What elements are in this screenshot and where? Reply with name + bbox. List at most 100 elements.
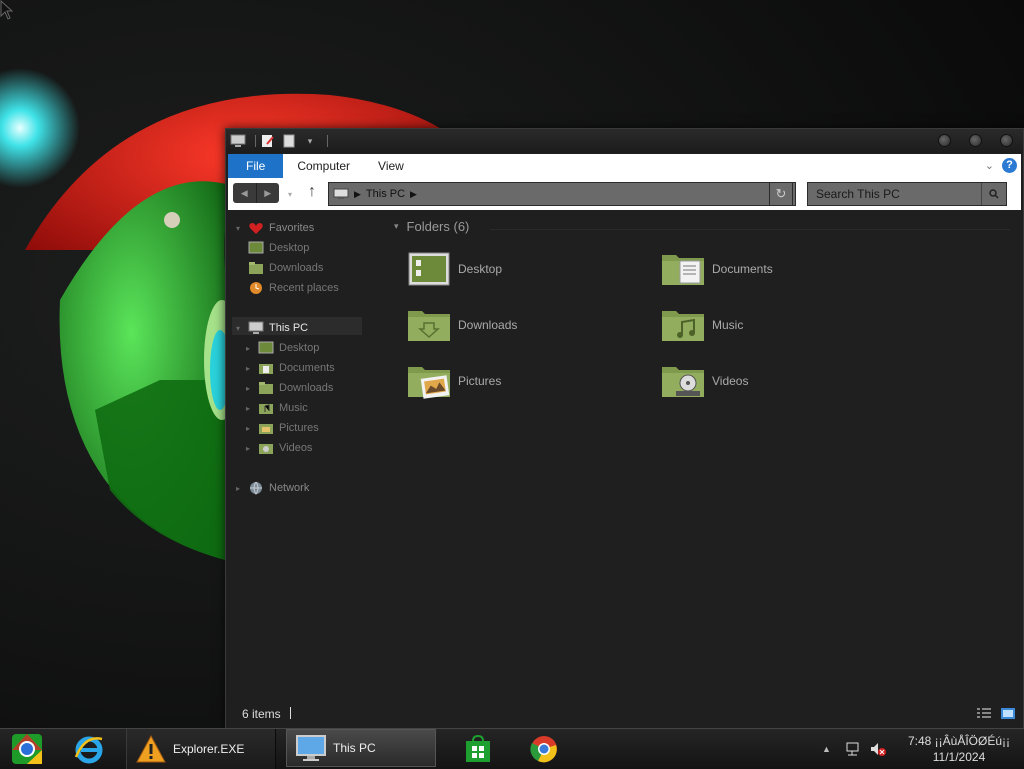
chrome-taskbar-icon[interactable] <box>524 729 564 769</box>
documents-folder-icon <box>259 364 273 374</box>
properties-icon[interactable] <box>260 134 276 148</box>
address-bar[interactable]: ▶ This PC ▶ <box>328 182 796 206</box>
folder-tile-documents[interactable]: Documents <box>660 247 900 291</box>
taskbar-button-this-pc[interactable]: This PC <box>286 729 436 767</box>
expand-arrow-icon[interactable]: ▸ <box>246 424 256 433</box>
collapse-arrow-icon[interactable]: ▾ <box>236 324 246 333</box>
nav-item-label: Desktop <box>279 342 320 354</box>
expand-ribbon-icon[interactable]: ⌄ <box>985 159 994 172</box>
taskbar: Explorer.EXE This PC ▲ 7:48 ¡¡ÂùÅÎÖØÉú¡¡ <box>0 728 1024 769</box>
folder-label: Pictures <box>458 374 502 388</box>
nav-item-label: Pictures <box>279 422 319 434</box>
nav-network-label: Network <box>269 482 310 494</box>
nav-favorites-label: Favorites <box>269 222 315 234</box>
folder-tile-music[interactable]: Music <box>660 303 900 347</box>
search-input[interactable] <box>808 183 994 205</box>
internet-explorer-taskbar-icon[interactable] <box>68 729 110 769</box>
desktop-folder-icon <box>408 252 450 286</box>
nav-this-pc-videos[interactable]: ▸ Videos <box>246 439 312 457</box>
minimize-button[interactable] <box>938 134 951 147</box>
computer-icon <box>333 188 349 199</box>
downloads-folder-icon <box>259 382 273 394</box>
warning-icon <box>136 734 166 763</box>
tab-file[interactable]: File <box>228 154 284 178</box>
collapse-arrow-icon[interactable]: ▾ <box>236 224 246 233</box>
tab-view[interactable]: View <box>364 154 418 178</box>
maximize-button[interactable] <box>969 134 982 147</box>
up-arrow-icon[interactable]: ↑ <box>308 184 316 200</box>
network-icon[interactable] <box>845 741 861 757</box>
back-button[interactable]: ◀ <box>233 183 256 203</box>
music-folder-icon <box>259 404 273 414</box>
folder-label: Music <box>712 318 744 332</box>
internet-explorer-icon <box>74 736 103 764</box>
large-icons-view-icon[interactable] <box>1001 708 1015 719</box>
customize-toolbar-icon[interactable]: ▾ <box>302 134 318 148</box>
videos-folder-icon <box>662 367 704 397</box>
pictures-folder-icon <box>259 424 273 434</box>
chrome-icon <box>530 736 557 763</box>
expand-arrow-icon[interactable]: ▸ <box>246 444 256 453</box>
clock[interactable]: 7:48 ¡¡ÂùÅÎÖØÉú¡¡ 11/1/2024 <box>894 733 1024 765</box>
breadcrumb-this-pc[interactable]: This PC <box>366 188 405 200</box>
expand-arrow-icon[interactable]: ▸ <box>246 404 256 413</box>
folder-tile-desktop[interactable]: Desktop <box>406 247 646 291</box>
forward-button[interactable]: ▶ <box>255 183 280 203</box>
nav-this-pc-pictures[interactable]: ▸ Pictures <box>246 419 319 437</box>
taskbar-button-explorer-exe[interactable]: Explorer.EXE <box>126 729 276 769</box>
expand-arrow-icon[interactable]: ▸ <box>246 364 256 373</box>
nav-this-pc-music[interactable]: ▸ Music <box>246 399 308 417</box>
ribbon-right-controls: ⌄ ? <box>985 158 1017 173</box>
folder-tile-videos[interactable]: Videos <box>660 359 900 403</box>
expand-arrow-icon[interactable]: ▸ <box>246 384 256 393</box>
desktop-icon <box>258 341 274 354</box>
store-taskbar-icon[interactable] <box>458 729 498 769</box>
store-icon <box>466 734 490 762</box>
expand-arrow-icon[interactable]: ▸ <box>236 484 246 493</box>
computer-icon <box>296 735 326 761</box>
breadcrumb-arrow-icon[interactable]: ▶ <box>354 189 361 200</box>
toolbar-divider <box>327 135 328 147</box>
network-globe-icon <box>250 481 262 495</box>
nav-favorites-downloads[interactable]: Downloads <box>248 259 323 277</box>
collapse-arrow-icon[interactable]: ▾ <box>394 221 399 232</box>
view-toggle-group <box>977 708 1015 719</box>
nav-item-label: Music <box>279 402 308 414</box>
folder-label: Downloads <box>458 318 518 332</box>
refresh-button[interactable]: ↻ <box>769 182 793 206</box>
nav-network[interactable]: ▸ Network <box>236 479 309 497</box>
recent-locations-icon[interactable]: ▾ <box>288 190 292 199</box>
breadcrumb-arrow-icon[interactable]: ▶ <box>410 189 417 200</box>
ribbon-tabs: File Computer View ⌄ ? <box>228 154 1021 178</box>
computer-icon[interactable] <box>230 134 246 148</box>
folder-tile-pictures[interactable]: Pictures <box>406 359 646 403</box>
navigation-pane: ▾ Favorites Desktop Downloads Recent pla… <box>226 213 376 693</box>
heart-icon <box>249 223 263 234</box>
nav-favorites-recent-places[interactable]: Recent places <box>248 279 339 297</box>
start-orb-icon <box>12 734 42 764</box>
volume-muted-icon[interactable] <box>869 741 887 757</box>
tab-computer[interactable]: Computer <box>283 154 364 178</box>
nav-this-pc[interactable]: ▾ This PC <box>236 319 308 337</box>
folder-tile-downloads[interactable]: Downloads <box>406 303 646 347</box>
toolbar-divider <box>255 135 256 147</box>
help-icon[interactable]: ? <box>1002 158 1017 173</box>
group-header-label: Folders (6) <box>406 219 470 234</box>
nav-this-pc-downloads[interactable]: ▸ Downloads <box>246 379 333 397</box>
search-icon[interactable] <box>981 183 1006 205</box>
nav-this-pc-desktop[interactable]: ▸ Desktop <box>246 339 319 357</box>
nav-this-pc-documents[interactable]: ▸ Documents <box>246 359 335 377</box>
details-view-icon[interactable] <box>977 708 991 719</box>
expand-arrow-icon[interactable]: ▸ <box>246 344 256 353</box>
start-button[interactable] <box>4 729 50 769</box>
new-folder-icon[interactable] <box>281 134 297 148</box>
nav-favorites-desktop[interactable]: Desktop <box>248 239 309 257</box>
downloads-folder-icon <box>249 262 263 274</box>
close-button[interactable] <box>1000 134 1013 147</box>
show-hidden-icons-icon[interactable]: ▲ <box>822 744 831 754</box>
nav-item-label: Recent places <box>269 282 339 294</box>
navigation-bar: ◀ ▶ ▾ ↑ ▶ This PC ▶ ↻ <box>228 178 1021 210</box>
nav-favorites[interactable]: ▾ Favorites <box>236 219 314 237</box>
folders-group-header[interactable]: ▾ Folders (6) <box>394 219 469 234</box>
status-bar: 6 items <box>226 700 1023 728</box>
